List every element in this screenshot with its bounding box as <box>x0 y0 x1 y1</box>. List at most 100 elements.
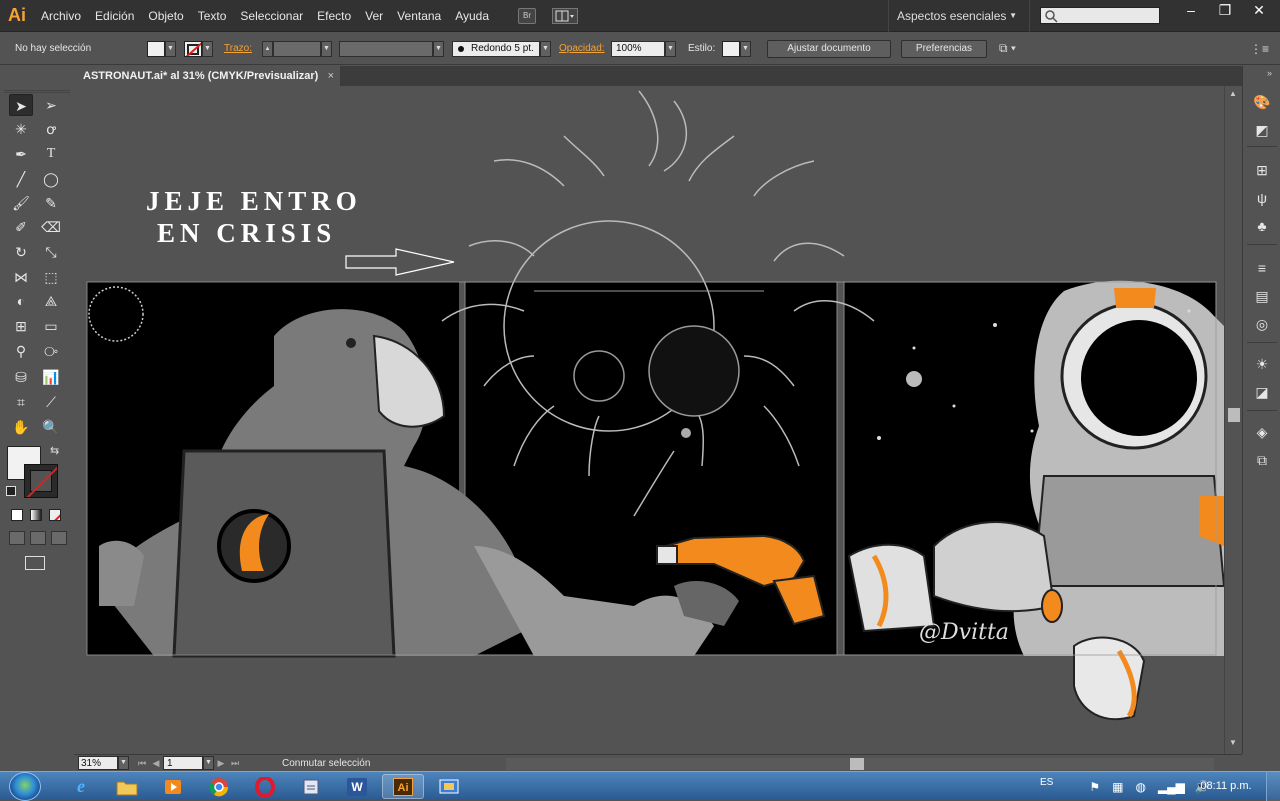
appearance-panel-icon[interactable]: ☀ <box>1252 354 1272 374</box>
draw-behind-icon[interactable] <box>30 531 46 545</box>
paintbrush-tool-icon[interactable]: 🖌 <box>9 192 33 214</box>
stroke-weight-dropdown[interactable]: ▼ <box>321 40 332 57</box>
swap-fill-stroke-icon[interactable]: ⇆ <box>50 444 59 457</box>
restore-button[interactable]: ❐ <box>1208 0 1242 22</box>
taskbar-chrome[interactable] <box>198 774 240 799</box>
minimize-button[interactable]: ‒ <box>1174 0 1208 22</box>
hand-tool-icon[interactable]: ✋ <box>9 416 33 438</box>
none-mode-icon[interactable] <box>49 509 61 521</box>
scale-tool-icon[interactable]: ⤡ <box>39 241 63 263</box>
screen-mode-icon[interactable] <box>25 556 45 570</box>
opacity-input[interactable]: 100% <box>611 40 665 57</box>
menu-texto[interactable]: Texto <box>191 0 234 32</box>
gradient-tool-icon[interactable]: ▭ <box>39 315 63 337</box>
menu-seleccionar[interactable]: Seleccionar <box>233 0 310 32</box>
artboard-number-input[interactable]: 1 <box>163 756 203 770</box>
app-tray-icon[interactable]: ◍ <box>1135 780 1145 794</box>
draw-normal-icon[interactable] <box>9 531 25 545</box>
pencil-tool-icon[interactable]: ✎ <box>39 192 63 214</box>
language-indicator[interactable]: ES <box>1040 777 1053 788</box>
artist-signature[interactable]: @Dvitta <box>919 620 1009 645</box>
menu-objeto[interactable]: Objeto <box>141 0 190 32</box>
eraser-tool-icon[interactable]: ⌫ <box>39 216 63 238</box>
menu-ventana[interactable]: Ventana <box>390 0 448 32</box>
menu-archivo[interactable]: Archivo <box>34 0 88 32</box>
blob-brush-tool-icon[interactable]: ✐ <box>9 216 33 238</box>
taskbar-clock[interactable]: 08:11 p.m. <box>1196 772 1256 801</box>
taskbar-illustrator[interactable]: Ai <box>382 774 424 799</box>
magic-wand-tool-icon[interactable]: ✳ <box>9 118 33 140</box>
menu-ver[interactable]: Ver <box>358 0 390 32</box>
panel-collapse-icon[interactable]: » <box>1267 68 1272 78</box>
vertical-scroll-thumb[interactable] <box>1228 408 1240 422</box>
stroke-dropdown[interactable]: ▼ <box>202 40 213 57</box>
rotate-tool-icon[interactable]: ↻ <box>9 241 33 263</box>
type-tool-icon[interactable]: T <box>39 143 63 165</box>
free-transform-tool-icon[interactable]: ⬚ <box>39 266 63 288</box>
start-button[interactable] <box>9 772 41 801</box>
bridge-button[interactable]: Br <box>518 7 537 24</box>
taskbar-media-player[interactable] <box>152 774 194 799</box>
last-artboard-icon[interactable]: ⏭ <box>228 758 242 769</box>
gradient-panel-icon[interactable]: ▤ <box>1252 286 1272 306</box>
stroke-color-swatch[interactable] <box>184 40 202 57</box>
variable-width-profile[interactable] <box>339 40 433 57</box>
panel-menu-icon[interactable]: ⋮≡ <box>1250 42 1269 56</box>
fill-color-swatch[interactable] <box>147 40 165 57</box>
width-tool-icon[interactable]: ⋈ <box>9 266 33 288</box>
close-button[interactable]: ✕ <box>1242 0 1276 22</box>
swatches-panel-icon[interactable]: ⊞ <box>1252 160 1272 180</box>
horizontal-scrollbar[interactable] <box>506 758 1214 770</box>
graphic-style-dropdown[interactable]: ▼ <box>740 40 751 57</box>
layers-panel-icon[interactable]: ◈ <box>1252 422 1272 442</box>
stroke-label[interactable]: Trazo: <box>224 43 262 54</box>
preferences-button[interactable]: Preferencias <box>901 39 987 58</box>
network-tray-icon[interactable]: ▦ <box>1112 780 1123 794</box>
default-colors-icon[interactable] <box>6 486 16 496</box>
taskbar-internet-explorer[interactable]: e <box>60 774 102 799</box>
stroke-weight-input[interactable] <box>273 40 321 57</box>
document-canvas[interactable]: JEJE ENTRO EN CRISIS @Dvitta <box>74 86 1224 754</box>
menu-edicion[interactable]: Edición <box>88 0 141 32</box>
menu-ayuda[interactable]: Ayuda <box>448 0 496 32</box>
taskbar-opera[interactable] <box>244 774 286 799</box>
draw-inside-icon[interactable] <box>51 531 67 545</box>
blend-tool-icon[interactable]: ⧂ <box>39 340 63 362</box>
brush-dropdown[interactable]: ▼ <box>540 40 551 57</box>
artwork-title-line-1[interactable]: JEJE ENTRO <box>146 186 362 216</box>
taskbar-screen-capture[interactable] <box>428 774 470 799</box>
color-mode-icon[interactable] <box>11 509 23 521</box>
taskbar-notepad[interactable] <box>290 774 332 799</box>
artboard-dropdown[interactable]: ▼ <box>203 756 214 770</box>
slice-tool-icon[interactable]: ⟋ <box>39 391 63 413</box>
fit-document-button[interactable]: Ajustar documento <box>767 39 891 58</box>
transparency-panel-icon[interactable]: ◎ <box>1252 314 1272 334</box>
taskbar-word[interactable]: W <box>336 774 378 799</box>
artboards-panel-icon[interactable]: ⧉ <box>1252 450 1272 470</box>
notification-flag-icon[interactable]: ⚑ <box>1089 780 1100 794</box>
color-panel-icon[interactable]: 🎨 <box>1252 92 1272 112</box>
horizontal-scroll-thumb[interactable] <box>850 758 864 770</box>
arrow-shape[interactable] <box>345 248 455 276</box>
mesh-tool-icon[interactable]: ⊞ <box>9 315 33 337</box>
zoom-level-input[interactable]: 31% <box>78 756 118 770</box>
zoom-dropdown[interactable]: ▼ <box>118 756 129 770</box>
artboard-tool-icon[interactable]: ⌗ <box>9 391 33 413</box>
gradient-mode-icon[interactable] <box>30 509 42 521</box>
column-graph-tool-icon[interactable]: 📊 <box>39 366 63 388</box>
status-message[interactable]: Conmutar selección <box>282 758 430 769</box>
symbols-panel-icon[interactable]: ♣ <box>1252 216 1272 236</box>
brush-definition[interactable]: Redondo 5 pt. <box>452 40 540 57</box>
stroke-weight-stepper[interactable]: ▲ <box>262 40 273 57</box>
menu-efecto[interactable]: Efecto <box>310 0 358 32</box>
arrange-icon[interactable]: ⧉ ▾ <box>999 41 1029 56</box>
artwork-title-line-2[interactable]: EN CRISIS <box>157 218 336 248</box>
color-guide-panel-icon[interactable]: ◩ <box>1252 120 1272 140</box>
zoom-tool-icon[interactable]: 🔍 <box>39 416 63 438</box>
fill-dropdown[interactable]: ▼ <box>165 40 176 57</box>
graphic-style-swatch[interactable] <box>722 40 740 57</box>
direct-selection-tool-icon[interactable]: ➢ <box>39 94 63 116</box>
opacity-label[interactable]: Opacidad: <box>559 43 611 54</box>
vertical-scrollbar[interactable]: ▲ ▼ <box>1224 86 1242 754</box>
perspective-grid-tool-icon[interactable]: ⟁ <box>39 290 63 312</box>
